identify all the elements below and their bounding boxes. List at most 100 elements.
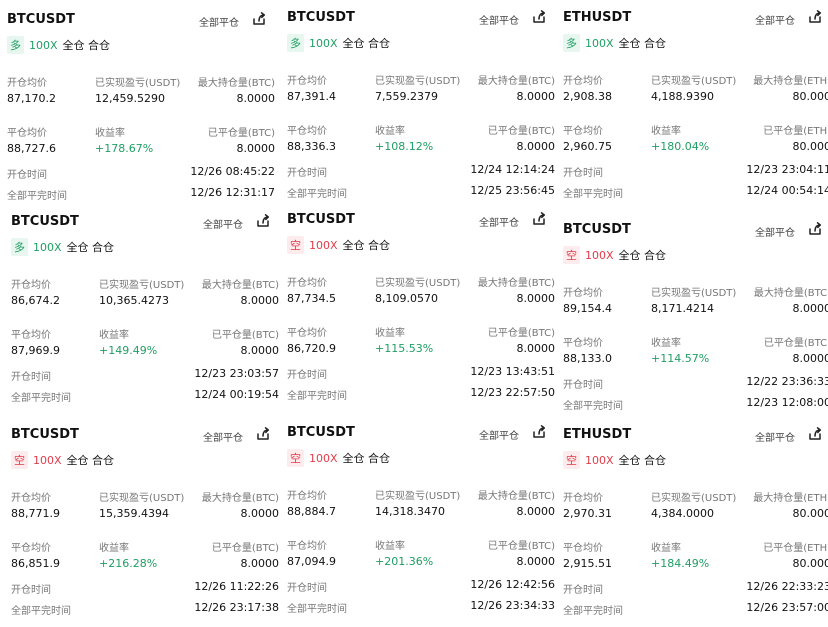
roi-value: +180.04% <box>651 140 709 153</box>
realized-pnl-label: 已实现盈亏(USDT) <box>95 74 180 89</box>
closed-amount-label: 已平仓量(BTC) <box>488 324 555 339</box>
roi-value: +114.57% <box>651 352 709 365</box>
avg-open-value: 87,734.5 <box>287 292 336 305</box>
open-time-label: 开仓时间 <box>563 164 603 179</box>
avg-open-label: 开仓均价 <box>287 72 327 87</box>
realized-pnl-value: 7,559.2379 <box>375 90 438 103</box>
realized-pnl-value: 4,384.0000 <box>651 507 714 520</box>
roi-label: 收益率 <box>95 124 125 139</box>
close-all-button[interactable]: 全部平仓 <box>203 216 243 231</box>
closed-amount-value: 80.000 <box>793 140 828 153</box>
position-tags: 空 100X 全仓 合仓 <box>287 236 390 254</box>
max-hold-value: 8.0000 <box>517 90 556 103</box>
roi-label: 收益率 <box>651 539 681 554</box>
avg-close-value: 87,969.9 <box>11 344 60 357</box>
margin-mode-label: 全仓 合仓 <box>63 37 111 53</box>
close-all-button[interactable]: 全部平仓 <box>479 214 519 229</box>
realized-pnl-value: 10,365.4273 <box>99 294 169 307</box>
avg-open-value: 86,674.2 <box>11 294 60 307</box>
full-close-time-label: 全部平完时间 <box>563 397 623 412</box>
position-card: ETHUSDT 全部平仓 多 100X 全仓 合仓 开仓均价 已实现盈亏(USD… <box>563 10 828 210</box>
full-close-time-label: 全部平完时间 <box>11 389 71 404</box>
share-icon[interactable] <box>807 9 823 25</box>
avg-close-label: 平仓均价 <box>563 539 603 554</box>
leverage-label: 100X <box>29 39 58 52</box>
margin-mode-label: 全仓 合仓 <box>619 452 667 468</box>
avg-close-label: 平仓均价 <box>287 537 327 552</box>
max-hold-label: 最大持仓量(BTC) <box>754 284 828 299</box>
open-time-value: 12/26 12:42:56 <box>470 578 555 591</box>
direction-badge: 空 <box>287 449 304 467</box>
share-icon[interactable] <box>251 11 267 27</box>
position-tags: 多 100X 全仓 合仓 <box>563 34 666 52</box>
avg-open-value: 2,970.31 <box>563 507 612 520</box>
share-icon[interactable] <box>807 426 823 442</box>
avg-close-label: 平仓均价 <box>7 124 47 139</box>
closed-amount-value: 8.0000 <box>241 344 280 357</box>
max-hold-label: 最大持仓量(BTC) <box>478 72 555 87</box>
max-hold-value: 8.0000 <box>241 507 280 520</box>
leverage-label: 100X <box>585 249 614 262</box>
open-time-label: 开仓时间 <box>287 164 327 179</box>
close-all-button[interactable]: 全部平仓 <box>755 12 795 27</box>
full-close-time-value: 12/26 12:31:17 <box>190 186 275 199</box>
close-all-button[interactable]: 全部平仓 <box>199 14 239 29</box>
close-all-button[interactable]: 全部平仓 <box>203 429 243 444</box>
avg-open-label: 开仓均价 <box>11 489 51 504</box>
max-hold-label: 最大持仓量(BTC) <box>202 276 279 291</box>
position-card: BTCUSDT 全部平仓 空 100X 全仓 合仓 开仓均价 已实现盈亏(USD… <box>287 212 555 412</box>
full-close-time-value: 12/24 00:19:54 <box>194 388 279 401</box>
avg-close-label: 平仓均价 <box>287 122 327 137</box>
share-icon[interactable] <box>531 9 547 25</box>
avg-close-label: 平仓均价 <box>11 539 51 554</box>
position-tags: 多 100X 全仓 合仓 <box>7 36 110 54</box>
roi-value: +149.49% <box>99 344 157 357</box>
avg-open-value: 87,170.2 <box>7 92 56 105</box>
position-card: BTCUSDT 全部平仓 空 100X 全仓 合仓 开仓均价 已实现盈亏(USD… <box>563 222 828 422</box>
position-card: ETHUSDT 全部平仓 空 100X 全仓 合仓 开仓均价 已实现盈亏(USD… <box>563 427 828 627</box>
avg-close-label: 平仓均价 <box>287 324 327 339</box>
avg-close-value: 2,960.75 <box>563 140 612 153</box>
realized-pnl-label: 已实现盈亏(USDT) <box>99 489 184 504</box>
symbol-title: BTCUSDT <box>287 425 355 440</box>
max-hold-label: 最大持仓量(BTC) <box>198 74 275 89</box>
closed-amount-label: 已平仓量(BTC) <box>212 326 279 341</box>
closed-amount-label: 已平仓量(ETH) <box>763 122 828 137</box>
avg-open-label: 开仓均价 <box>563 72 603 87</box>
close-all-button[interactable]: 全部平仓 <box>755 429 795 444</box>
share-icon[interactable] <box>531 211 547 227</box>
full-close-time-label: 全部平完时间 <box>11 602 71 617</box>
max-hold-value: 8.0000 <box>517 292 556 305</box>
close-all-button[interactable]: 全部平仓 <box>479 12 519 27</box>
full-close-time-label: 全部平完时间 <box>287 387 347 402</box>
position-tags: 空 100X 全仓 合仓 <box>563 451 666 469</box>
full-close-time-label: 全部平完时间 <box>287 185 347 200</box>
full-close-time-label: 全部平完时间 <box>563 602 623 617</box>
max-hold-value: 8.0000 <box>241 294 280 307</box>
closed-amount-label: 已平仓量(BTC) <box>764 334 828 349</box>
open-time-label: 开仓时间 <box>287 366 327 381</box>
realized-pnl-label: 已实现盈亏(USDT) <box>99 276 184 291</box>
realized-pnl-value: 12,459.5290 <box>95 92 165 105</box>
full-close-time-value: 12/23 12:08:00 <box>746 396 828 409</box>
direction-badge: 空 <box>11 451 28 469</box>
direction-badge: 空 <box>563 246 580 264</box>
share-icon[interactable] <box>255 213 271 229</box>
avg-close-value: 2,915.51 <box>563 557 612 570</box>
share-icon[interactable] <box>255 426 271 442</box>
leverage-label: 100X <box>585 37 614 50</box>
open-time-value: 12/24 12:14:24 <box>470 163 555 176</box>
share-icon[interactable] <box>531 424 547 440</box>
closed-amount-value: 8.0000 <box>241 557 280 570</box>
open-time-label: 开仓时间 <box>563 376 603 391</box>
margin-mode-label: 全仓 合仓 <box>619 247 667 263</box>
share-icon[interactable] <box>807 221 823 237</box>
avg-open-value: 88,884.7 <box>287 505 336 518</box>
symbol-title: BTCUSDT <box>7 12 75 27</box>
open-time-label: 开仓时间 <box>563 581 603 596</box>
avg-open-label: 开仓均价 <box>563 284 603 299</box>
symbol-title: BTCUSDT <box>563 222 631 237</box>
close-all-button[interactable]: 全部平仓 <box>755 224 795 239</box>
close-all-button[interactable]: 全部平仓 <box>479 427 519 442</box>
max-hold-value: 8.0000 <box>237 92 276 105</box>
